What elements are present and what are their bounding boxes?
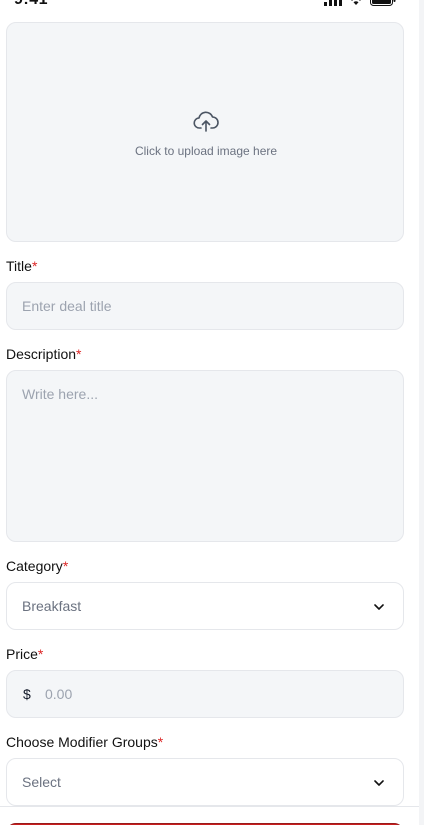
cloud-upload-icon (193, 111, 219, 132)
status-bar: 9:41 (0, 0, 424, 15)
modifier-groups-label-text: Choose Modifier Groups (6, 734, 158, 750)
title-label-text: Title (6, 258, 32, 274)
required-mark: * (76, 346, 82, 362)
price-input[interactable] (45, 679, 385, 709)
category-label: Category* (6, 558, 68, 574)
category-select[interactable]: Breakfast (6, 582, 404, 630)
status-icons (324, 0, 396, 6)
chevron-down-icon (374, 780, 384, 786)
required-mark: * (31, 258, 38, 274)
description-label-text: Description (6, 346, 77, 362)
price-field: $ (6, 670, 404, 718)
title-label: Title* (6, 258, 37, 274)
bottom-action-bar (0, 806, 419, 825)
battery-icon (370, 0, 396, 6)
category-selected-value: Breakfast (22, 598, 82, 614)
wifi-icon (351, 0, 361, 5)
modifier-groups-select[interactable]: Select (6, 758, 404, 806)
required-mark: * (62, 558, 69, 574)
status-time: 9:41 (14, 0, 48, 9)
price-label-text: Price (6, 646, 38, 662)
title-input[interactable] (6, 282, 404, 330)
signal-icon (324, 0, 342, 6)
modifier-groups-label: Choose Modifier Groups* (6, 734, 163, 750)
price-label: Price* (6, 646, 43, 662)
required-mark: * (37, 646, 44, 662)
description-label: Description* (6, 346, 81, 362)
description-input[interactable] (6, 370, 404, 542)
chevron-down-icon (374, 604, 384, 610)
required-mark: * (157, 734, 164, 750)
modifier-groups-selected-value: Select (22, 774, 61, 790)
currency-symbol: $ (23, 686, 31, 702)
upload-hint: Click to upload image here (134, 144, 278, 158)
scroll-gutter (419, 0, 424, 825)
category-label-text: Category (6, 558, 63, 574)
image-upload-area[interactable]: Click to upload image here (6, 22, 404, 242)
